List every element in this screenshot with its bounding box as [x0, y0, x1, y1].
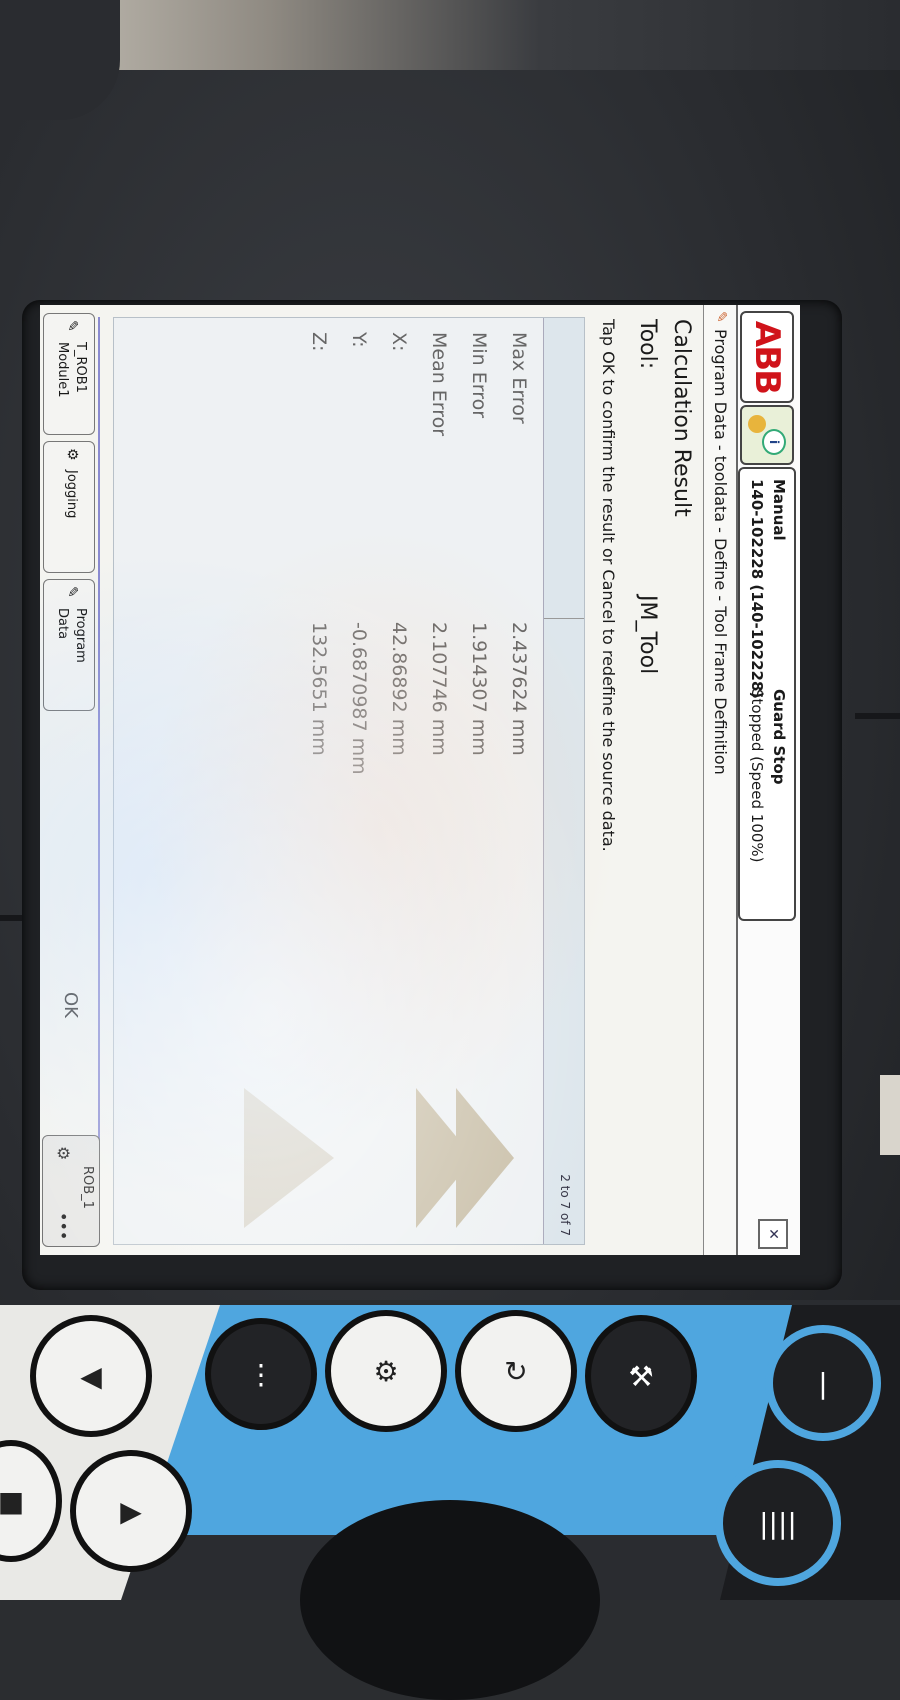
task-sublabel: Data	[55, 608, 70, 640]
select-mechanical-unit-button[interactable]: ⚒	[585, 1315, 697, 1437]
window-title: Program Data - tooldata - Define - Tool …	[711, 329, 730, 775]
task-program-data[interactable]: ✎ Program Data	[43, 579, 95, 711]
event-log-icon[interactable]: i	[740, 405, 794, 465]
status-panel[interactable]: Manual 140-102228 (140-102228) Guard Sto…	[738, 467, 796, 921]
controller-id: 140-102228 (140-102228)	[748, 479, 766, 699]
result-table: 2 to 7 of 7 Max Error 2.437624 mm Min Er…	[113, 317, 585, 1245]
task-sublabel: Module1	[55, 342, 70, 398]
row-value: 132.5651 mm	[308, 622, 330, 756]
program-data-icon: ✎	[64, 586, 80, 598]
side-tab	[880, 1075, 900, 1155]
instruction-text: Tap OK to confirm the result or Cancel t…	[599, 319, 618, 852]
task-t-rob1[interactable]: ✎ T_ROB1 Module1	[43, 313, 95, 435]
column-divider	[544, 618, 584, 619]
row-key: Y:	[348, 332, 370, 348]
robot-icon: ⚙	[54, 1146, 73, 1161]
key-1-icon: |	[818, 1366, 828, 1400]
abb-menu-button[interactable]: ABB	[740, 311, 794, 403]
tool-label: Tool:	[635, 319, 660, 370]
module-icon: ✎	[64, 320, 80, 332]
programmable-key-4[interactable]: ||||	[715, 1460, 841, 1586]
row-value: 2.437624 mm	[508, 622, 530, 756]
row-key: Z:	[308, 332, 330, 352]
pendant-corner	[0, 0, 120, 120]
table-row[interactable]: Max Error 2.437624 mm	[500, 318, 540, 1078]
separator	[98, 317, 100, 1243]
screen-content: ABB i Manual 140-102228 (140-102228) Gua…	[40, 305, 800, 1255]
programmable-key-1[interactable]: |	[765, 1325, 881, 1441]
table-header: 2 to 7 of 7	[543, 318, 584, 1244]
task-label: Jogging	[64, 470, 79, 519]
flexpendant-screen: ABB i Manual 140-102228 (140-102228) Gua…	[40, 305, 800, 1255]
scroll-top-button[interactable]	[384, 1088, 524, 1228]
table-row[interactable]: Min Error 1.914307 mm	[460, 318, 500, 1078]
table-row[interactable]: Y: -0.6870987 mm	[340, 318, 380, 1078]
row-value: 1.914307 mm	[468, 622, 490, 756]
pause-icon: ⋮	[247, 1357, 275, 1391]
task-label: Program	[73, 608, 88, 663]
step-forward-button[interactable]: ▶	[70, 1450, 192, 1572]
robot-arm-icon: ⚒	[628, 1359, 654, 1393]
toggle-motion-button[interactable]: ↻	[455, 1310, 577, 1432]
axis-toggle-icon: ⚙	[373, 1354, 399, 1388]
row-value: 42.86892 mm	[388, 622, 410, 756]
info-bubble-icon: i	[762, 429, 786, 455]
jogging-icon: ⚙	[64, 448, 80, 461]
guard-state: Guard Stop	[770, 689, 788, 785]
program-data-icon: ✎	[713, 311, 729, 323]
scroll-up-button[interactable]	[224, 1088, 364, 1228]
table-row[interactable]: Mean Error 2.107746 mm	[420, 318, 460, 1078]
pause-button[interactable]: ⋮	[205, 1318, 317, 1430]
window-title-bar: ✎ Program Data - tooldata - Define - Too…	[703, 305, 736, 1255]
row-value: -0.6870987 mm	[348, 622, 370, 775]
task-jogging[interactable]: ⚙ Jogging	[43, 441, 95, 573]
row-key: Mean Error	[428, 332, 450, 437]
background-light	[0, 0, 900, 70]
page-indicator: 2 to 7 of 7	[558, 1174, 572, 1236]
stop-icon: ■	[0, 1484, 25, 1518]
calculation-heading: Calculation Result	[669, 319, 694, 517]
quickset-button[interactable]: ROB_1 ⚙ •••	[42, 1135, 100, 1247]
up-arrow-icon	[244, 1088, 334, 1228]
run-state: Stopped (Speed 100%)	[748, 689, 766, 863]
bezel-notch-right	[855, 713, 900, 719]
close-icon[interactable]: ✕	[758, 1219, 788, 1249]
row-key: Min Error	[468, 332, 490, 419]
rob-label: ROB_1	[80, 1166, 95, 1209]
task-label: T_ROB1	[73, 342, 88, 393]
status-bar: ABB i Manual 140-102228 (140-102228) Gua…	[736, 305, 800, 1255]
row-key: Max Error	[508, 332, 530, 424]
operating-mode: Manual	[770, 479, 788, 541]
table-row[interactable]: X: 42.86892 mm	[380, 318, 420, 1078]
ok-button[interactable]: OK	[52, 945, 88, 1065]
key-4-icon: ||||	[759, 1506, 797, 1540]
play-icon: ▶	[120, 1494, 142, 1528]
step-back-button[interactable]: ◀	[30, 1315, 152, 1437]
row-value: 2.107746 mm	[428, 622, 450, 756]
operator-icon	[748, 415, 766, 433]
motion-mode-icon: ↻	[504, 1354, 528, 1388]
toggle-axis-button[interactable]: ⚙	[325, 1310, 447, 1432]
tool-value: JM_Tool	[635, 595, 660, 675]
row-key: X:	[388, 332, 410, 352]
table-row[interactable]: Z: 132.5651 mm	[300, 318, 340, 1078]
more-icon: •••	[54, 1212, 73, 1241]
step-back-icon: ◀	[80, 1359, 102, 1393]
joystick[interactable]	[300, 1500, 600, 1700]
double-up-arrow-icon-lower	[416, 1088, 474, 1228]
